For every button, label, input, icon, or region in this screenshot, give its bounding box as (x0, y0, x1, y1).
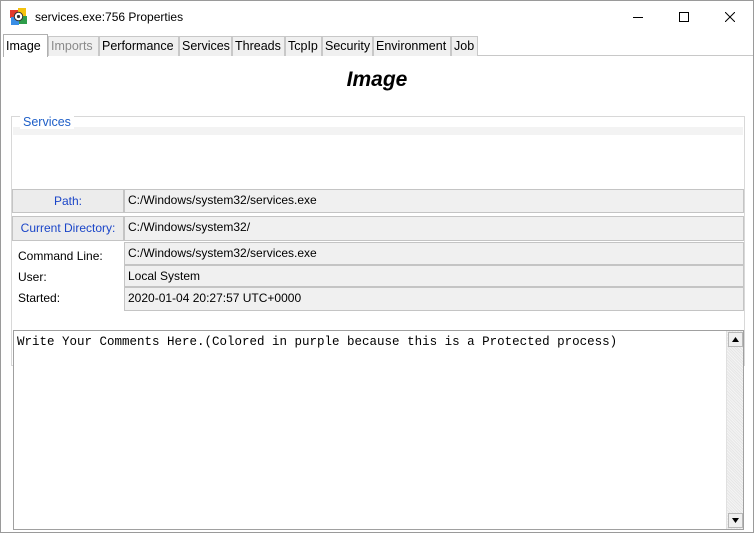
services-legend: Services (20, 115, 74, 129)
tab-environment[interactable]: Environment (373, 36, 451, 56)
command-line-label: Command Line: (18, 249, 103, 263)
tab-label: Services (182, 39, 230, 53)
tab-tcpip[interactable]: TcpIp (285, 36, 322, 56)
scroll-down-icon (732, 518, 739, 523)
current-directory-value: C:/Windows/system32/ (124, 216, 744, 241)
maximize-button[interactable] (661, 1, 707, 32)
tab-imports[interactable]: Imports (48, 36, 99, 56)
tab-label: Job (454, 39, 475, 53)
path-label: Path: (12, 189, 124, 213)
tab-security[interactable]: Security (322, 36, 373, 56)
tab-performance[interactable]: Performance (99, 36, 179, 56)
services-group: Services (11, 115, 745, 366)
command-line-value: C:/Windows/system32/services.exe (124, 242, 744, 265)
tab-label: Image (6, 39, 41, 53)
title-bar[interactable]: services.exe:756 Properties (1, 1, 753, 32)
image-page: Image Services Path: C:/Windows/system32… (3, 56, 753, 532)
window-title: services.exe:756 Properties (35, 10, 184, 24)
current-directory-label: Current Directory: (12, 216, 124, 241)
properties-window: services.exe:756 Properties Image Import… (0, 0, 754, 533)
close-button[interactable] (707, 1, 753, 32)
process-explorer-icon (10, 8, 27, 25)
services-list (13, 127, 743, 135)
maximize-icon (679, 11, 689, 22)
close-icon (725, 11, 735, 22)
tab-label: Threads (235, 39, 281, 53)
tab-label: TcpIp (288, 39, 318, 53)
tab-image[interactable]: Image (3, 34, 48, 57)
started-value: 2020-01-04 20:27:57 UTC+0000 (124, 287, 744, 311)
tab-threads[interactable]: Threads (232, 36, 285, 56)
tab-services[interactable]: Services (179, 36, 232, 56)
scroll-up-button[interactable] (728, 332, 743, 347)
comments-text: Write Your Comments Here.(Colored in pur… (17, 335, 618, 349)
tab-label: Security (325, 39, 371, 53)
tab-label: Environment (376, 39, 447, 53)
user-value: Local System (124, 265, 744, 287)
page-heading: Image (346, 68, 408, 91)
comments-scrollbar[interactable] (726, 331, 743, 529)
scroll-up-icon (732, 337, 739, 342)
minimize-icon (633, 16, 643, 18)
tab-label: Imports (51, 39, 93, 53)
user-label: User: (18, 270, 47, 284)
scroll-down-button[interactable] (728, 513, 743, 528)
path-value: C:/Windows/system32/services.exe (124, 189, 744, 213)
tab-strip: Image Imports Performance Services Threa… (3, 34, 753, 57)
started-label: Started: (18, 291, 61, 305)
comments-textarea[interactable]: Write Your Comments Here.(Colored in pur… (13, 330, 744, 530)
tab-label: Performance (102, 39, 174, 53)
minimize-button[interactable] (615, 1, 661, 32)
tab-job[interactable]: Job (451, 36, 478, 56)
